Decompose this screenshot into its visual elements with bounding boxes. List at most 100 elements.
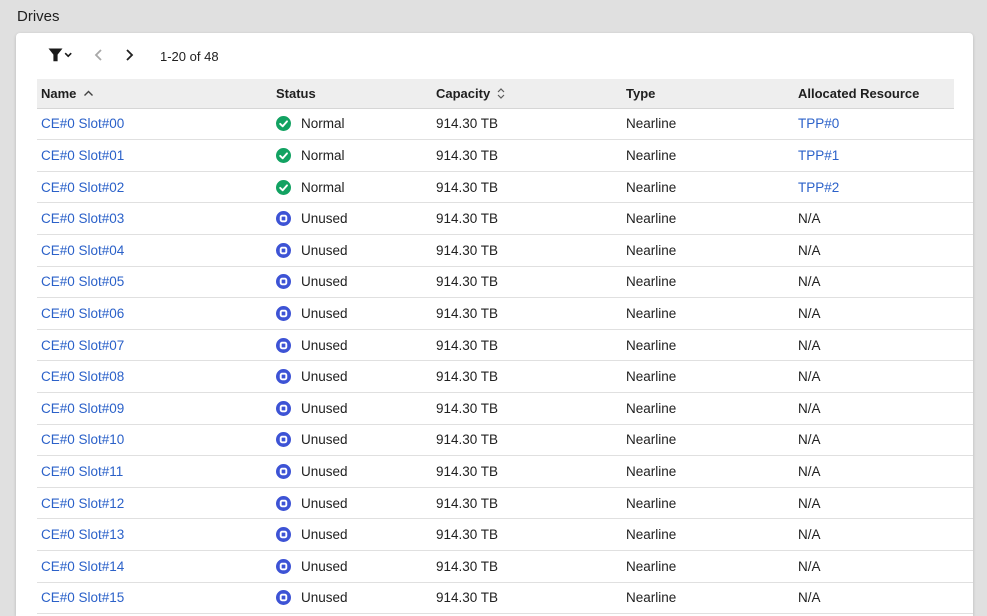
- page-title: Drives: [17, 8, 60, 25]
- capacity-value: 914.30 TB: [436, 211, 498, 226]
- status-text: Unused: [301, 559, 348, 574]
- drive-name-link[interactable]: CE#0 Slot#13: [41, 527, 124, 542]
- status-text: Unused: [301, 211, 348, 226]
- allocated-resource-value: N/A: [798, 432, 821, 447]
- column-header-allocated-resource[interactable]: Allocated Resource: [794, 86, 954, 101]
- status-unused-icon: [276, 496, 291, 511]
- status-normal-icon: [276, 148, 291, 163]
- capacity-value: 914.30 TB: [436, 590, 498, 605]
- type-value: Nearline: [626, 338, 676, 353]
- status-unused-icon: [276, 559, 291, 574]
- capacity-value: 914.30 TB: [436, 148, 498, 163]
- status-unused-icon: [276, 338, 291, 353]
- sort-both-icon: [497, 88, 505, 99]
- table-header-row: Name Status Capacity Type Allocated Reso…: [37, 79, 954, 109]
- type-value: Nearline: [626, 116, 676, 131]
- column-header-capacity[interactable]: Capacity: [432, 86, 622, 101]
- type-value: Nearline: [626, 180, 676, 195]
- allocated-resource-value: N/A: [798, 590, 821, 605]
- capacity-value: 914.30 TB: [436, 401, 498, 416]
- capacity-value: 914.30 TB: [436, 559, 498, 574]
- capacity-value: 914.30 TB: [436, 496, 498, 511]
- drive-name-link[interactable]: CE#0 Slot#01: [41, 148, 124, 163]
- capacity-value: 914.30 TB: [436, 116, 498, 131]
- previous-page-button[interactable]: [86, 44, 110, 68]
- status-unused-icon: [276, 464, 291, 479]
- capacity-value: 914.30 TB: [436, 306, 498, 321]
- table-row: CE#0 Slot#00 Normal 914.30 TB Nearline: [37, 109, 973, 141]
- next-page-button[interactable]: [118, 44, 142, 68]
- column-header-status[interactable]: Status: [272, 86, 432, 101]
- status-text: Unused: [301, 590, 348, 605]
- status-text: Unused: [301, 369, 348, 384]
- status-unused-icon: [276, 274, 291, 289]
- drive-name-link[interactable]: CE#0 Slot#03: [41, 211, 124, 226]
- filter-button[interactable]: [48, 44, 74, 68]
- allocated-resource-value: N/A: [798, 527, 821, 542]
- status-text: Unused: [301, 496, 348, 511]
- type-value: Nearline: [626, 401, 676, 416]
- table-toolbar: 1-20 of 48: [16, 33, 973, 79]
- drive-name-link[interactable]: CE#0 Slot#05: [41, 274, 124, 289]
- status-text: Unused: [301, 464, 348, 479]
- table-row: CE#0 Slot#12 Unused 914.30 TB Nearline: [37, 488, 973, 520]
- drive-name-link[interactable]: CE#0 Slot#10: [41, 432, 124, 447]
- sort-ascending-icon: [83, 90, 94, 97]
- status-text: Unused: [301, 274, 348, 289]
- table-row: CE#0 Slot#13 Unused 914.30 TB Nearline: [37, 519, 973, 551]
- allocated-resource-value[interactable]: TPP#2: [798, 180, 839, 195]
- status-unused-icon: [276, 401, 291, 416]
- drive-name-link[interactable]: CE#0 Slot#15: [41, 590, 124, 605]
- status-unused-icon: [276, 590, 291, 605]
- status-unused-icon: [276, 211, 291, 226]
- column-header-type[interactable]: Type: [622, 86, 794, 101]
- status-text: Unused: [301, 306, 348, 321]
- drive-name-link[interactable]: CE#0 Slot#06: [41, 306, 124, 321]
- drive-name-link[interactable]: CE#0 Slot#04: [41, 243, 124, 258]
- chevron-right-icon: [125, 48, 135, 65]
- capacity-value: 914.30 TB: [436, 338, 498, 353]
- drive-name-link[interactable]: CE#0 Slot#12: [41, 496, 124, 511]
- status-text: Normal: [301, 148, 345, 163]
- drive-name-link[interactable]: CE#0 Slot#14: [41, 559, 124, 574]
- type-value: Nearline: [626, 243, 676, 258]
- type-value: Nearline: [626, 148, 676, 163]
- status-normal-icon: [276, 116, 291, 131]
- status-text: Unused: [301, 338, 348, 353]
- allocated-resource-value[interactable]: TPP#1: [798, 148, 839, 163]
- filter-funnel-icon: [48, 48, 74, 65]
- type-value: Nearline: [626, 496, 676, 511]
- allocated-resource-value: N/A: [798, 274, 821, 289]
- status-unused-icon: [276, 306, 291, 321]
- table-row: CE#0 Slot#09 Unused 914.30 TB Nearline: [37, 393, 973, 425]
- drive-name-link[interactable]: CE#0 Slot#02: [41, 180, 124, 195]
- column-header-name[interactable]: Name: [37, 86, 272, 101]
- table-row: CE#0 Slot#07 Unused 914.30 TB Nearline: [37, 330, 973, 362]
- status-text: Normal: [301, 180, 345, 195]
- pagination-range-label: 1-20 of 48: [160, 49, 219, 64]
- status-text: Unused: [301, 401, 348, 416]
- capacity-value: 914.30 TB: [436, 464, 498, 479]
- status-text: Unused: [301, 527, 348, 542]
- drive-name-link[interactable]: CE#0 Slot#07: [41, 338, 124, 353]
- table-row: CE#0 Slot#05 Unused 914.30 TB Nearline: [37, 267, 973, 299]
- type-value: Nearline: [626, 432, 676, 447]
- table-row: CE#0 Slot#11 Unused 914.30 TB Nearline: [37, 456, 973, 488]
- drive-name-link[interactable]: CE#0 Slot#08: [41, 369, 124, 384]
- table-row: CE#0 Slot#06 Unused 914.30 TB Nearline: [37, 298, 973, 330]
- allocated-resource-value: N/A: [798, 496, 821, 511]
- table-row: CE#0 Slot#03 Unused 914.30 TB Nearline: [37, 203, 973, 235]
- type-value: Nearline: [626, 306, 676, 321]
- allocated-resource-value: N/A: [798, 559, 821, 574]
- status-unused-icon: [276, 243, 291, 258]
- drive-name-link[interactable]: CE#0 Slot#11: [41, 464, 123, 479]
- capacity-value: 914.30 TB: [436, 432, 498, 447]
- type-value: Nearline: [626, 527, 676, 542]
- table-row: CE#0 Slot#02 Normal 914.30 TB Nearline: [37, 172, 973, 204]
- allocated-resource-value[interactable]: TPP#0: [798, 116, 839, 131]
- drive-name-link[interactable]: CE#0 Slot#00: [41, 116, 124, 131]
- drive-name-link[interactable]: CE#0 Slot#09: [41, 401, 124, 416]
- table-row: CE#0 Slot#10 Unused 914.30 TB Nearline: [37, 425, 973, 457]
- type-value: Nearline: [626, 464, 676, 479]
- allocated-resource-value: N/A: [798, 338, 821, 353]
